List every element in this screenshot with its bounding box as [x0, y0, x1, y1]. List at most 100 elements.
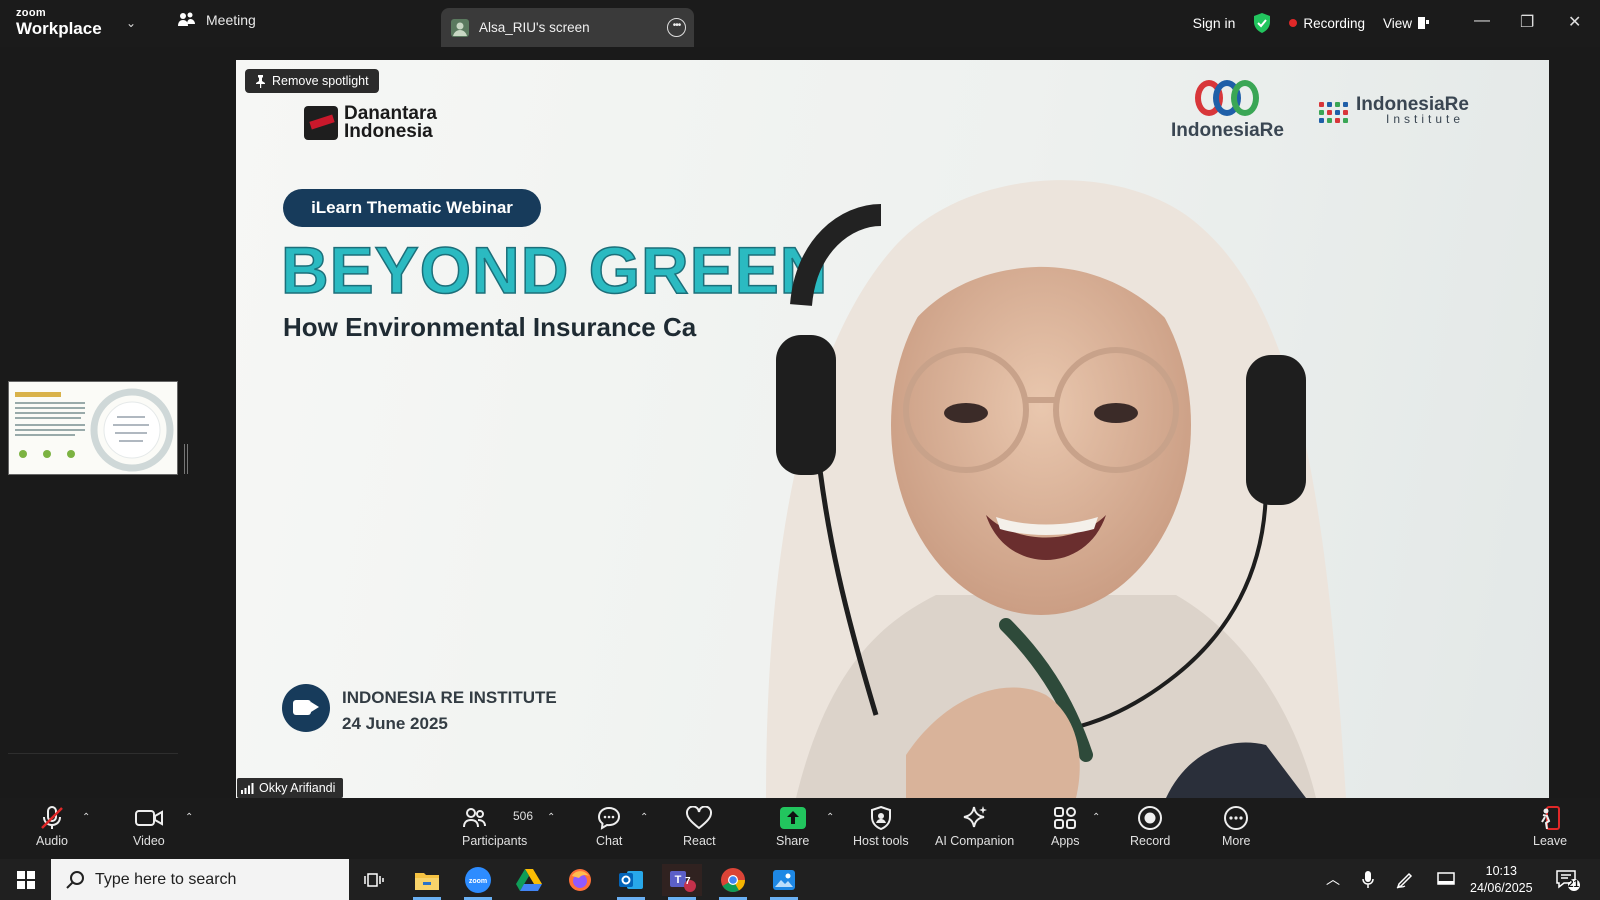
file-explorer-icon[interactable] [407, 864, 447, 900]
presenter-avatar-icon [451, 18, 469, 37]
svg-text:T: T [675, 874, 682, 886]
recording-indicator[interactable]: Recording [1289, 16, 1365, 31]
more-button[interactable]: More [1222, 804, 1250, 848]
record-icon [1138, 806, 1163, 830]
tab-shared-screen[interactable]: Alsa_RIU's screen ••• [441, 8, 694, 47]
tab-meeting[interactable]: Meeting [178, 12, 256, 28]
organizer-name: INDONESIA RE INSTITUTE [342, 688, 557, 707]
video-label: Video [133, 834, 165, 848]
host-tools-button[interactable]: Host tools [853, 804, 909, 848]
indonesia-re-text: IndonesiaRe [1171, 120, 1284, 141]
danantara-mark-icon [304, 106, 338, 140]
sign-in-link[interactable]: Sign in [1193, 15, 1236, 31]
ai-companion-button[interactable]: AI Companion [935, 804, 1014, 848]
teams-badge: 7 [685, 876, 691, 887]
apps-options-chevron-icon[interactable]: ⌃ [1092, 812, 1100, 823]
rail-resize-handle[interactable] [184, 444, 188, 474]
heart-icon [686, 806, 713, 830]
recording-dot-icon [1289, 19, 1298, 27]
restore-icon[interactable]: ❐ [1520, 12, 1534, 32]
danantara-logo: Danantara Indonesia [304, 104, 437, 141]
title-bar: zoom Workplace ⌄ Meeting Alsa_RIU's scre… [0, 0, 1600, 47]
participant-name-tag: Okky Arifiandi [237, 778, 344, 798]
indonesia-re-institute-logo: IndonesiaRe Institute [1319, 94, 1469, 126]
remove-spotlight-label: Remove spotlight [272, 74, 369, 88]
leave-icon [1541, 806, 1561, 830]
webinar-date: 24 June 2025 [342, 714, 448, 733]
view-label: View [1382, 15, 1412, 31]
remove-spotlight-button[interactable]: Remove spotlight [245, 69, 379, 93]
speaker-video [766, 180, 1346, 798]
close-icon[interactable]: ✕ [1568, 12, 1581, 32]
task-view-glyph-icon [364, 873, 384, 887]
audio-label: Audio [36, 834, 68, 848]
share-options-chevron-icon[interactable]: ⌃ [826, 812, 834, 823]
signal-bars-icon [241, 782, 254, 794]
institute-main-text: IndonesiaRe [1356, 94, 1469, 115]
more-label: More [1222, 834, 1251, 848]
taskbar-clock[interactable]: 10:13 24/06/2025 [1470, 863, 1533, 897]
svg-text:zoom: zoom [469, 878, 487, 885]
video-button[interactable]: Video [133, 804, 165, 848]
search-icon [66, 870, 84, 889]
windows-taskbar: Type here to search zoom T 7 ︿ 10:13 24/… [0, 859, 1600, 900]
participants-icon [462, 808, 486, 828]
photos-logo-icon [773, 870, 795, 890]
slide-thumbnail-image [9, 382, 177, 474]
recording-label: Recording [1303, 15, 1365, 31]
brand-bottom: Workplace [16, 19, 102, 38]
react-label: React [683, 834, 716, 848]
firefox-logo-icon [569, 869, 591, 891]
slide-thumbnail[interactable] [8, 381, 178, 475]
participants-options-chevron-icon[interactable]: ⌃ [547, 812, 555, 823]
apps-button[interactable]: Apps [1051, 804, 1080, 848]
view-button[interactable]: View [1383, 16, 1430, 31]
audio-options-chevron-icon[interactable]: ⌃ [82, 812, 90, 823]
share-screen-icon [779, 807, 806, 829]
shared-screen-view: Danantara Indonesia IndonesiaRe Indonesi… [236, 60, 1549, 798]
indonesia-re-logo: IndonesiaRe [1171, 78, 1284, 142]
notification-center-icon[interactable]: 21 [1556, 869, 1580, 896]
tray-display-icon[interactable] [1437, 872, 1455, 887]
tray-chevron-up-icon[interactable]: ︿ [1326, 869, 1340, 889]
react-button[interactable]: React [683, 804, 716, 848]
share-button[interactable]: Share [776, 804, 809, 848]
rail-divider [8, 753, 178, 754]
security-shield-icon[interactable] [1253, 13, 1271, 33]
firefox-icon[interactable] [560, 864, 600, 896]
record-button[interactable]: Record [1130, 804, 1170, 848]
google-drive-icon[interactable] [509, 864, 549, 896]
chevron-down-icon[interactable]: ⌄ [126, 16, 136, 30]
drive-logo-icon [516, 869, 542, 891]
tray-mic-icon[interactable] [1362, 871, 1374, 889]
zoom-logo-icon: zoom [465, 867, 491, 893]
chrome-icon[interactable] [713, 864, 753, 900]
webinar-pill: iLearn Thematic Webinar [283, 189, 541, 227]
record-label: Record [1130, 834, 1171, 848]
tab-more-icon[interactable]: ••• [667, 18, 686, 37]
leave-label: Leave [1533, 834, 1568, 848]
participant-name: Okky Arifiandi [259, 781, 336, 795]
clock-date: 24/06/2025 [1470, 881, 1533, 895]
chat-options-chevron-icon[interactable]: ⌃ [640, 812, 648, 823]
leave-button[interactable]: Leave [1533, 804, 1567, 848]
notification-count: 21 [1568, 879, 1580, 890]
zoom-app-icon[interactable]: zoom [458, 864, 498, 900]
windows-start-icon[interactable] [6, 864, 46, 896]
participants-count: 506 [513, 809, 534, 823]
institute-dots-icon [1319, 101, 1348, 123]
zoom-workplace-logo[interactable]: zoom Workplace [16, 8, 102, 38]
outlook-icon[interactable] [611, 864, 651, 900]
taskbar-search-input[interactable]: Type here to search [51, 859, 349, 900]
teams-icon[interactable]: T 7 [662, 864, 702, 900]
task-view-icon[interactable] [354, 864, 394, 896]
minimize-icon[interactable]: — [1474, 12, 1490, 30]
tray-pen-icon[interactable] [1396, 871, 1414, 889]
audio-button[interactable]: Audio [36, 804, 68, 848]
share-label: Share [776, 834, 810, 848]
apps-label: Apps [1051, 834, 1080, 848]
chat-button[interactable]: Chat [596, 804, 622, 848]
video-options-chevron-icon[interactable]: ⌃ [185, 812, 193, 823]
photos-icon[interactable] [764, 864, 804, 900]
search-placeholder: Type here to search [95, 870, 237, 888]
